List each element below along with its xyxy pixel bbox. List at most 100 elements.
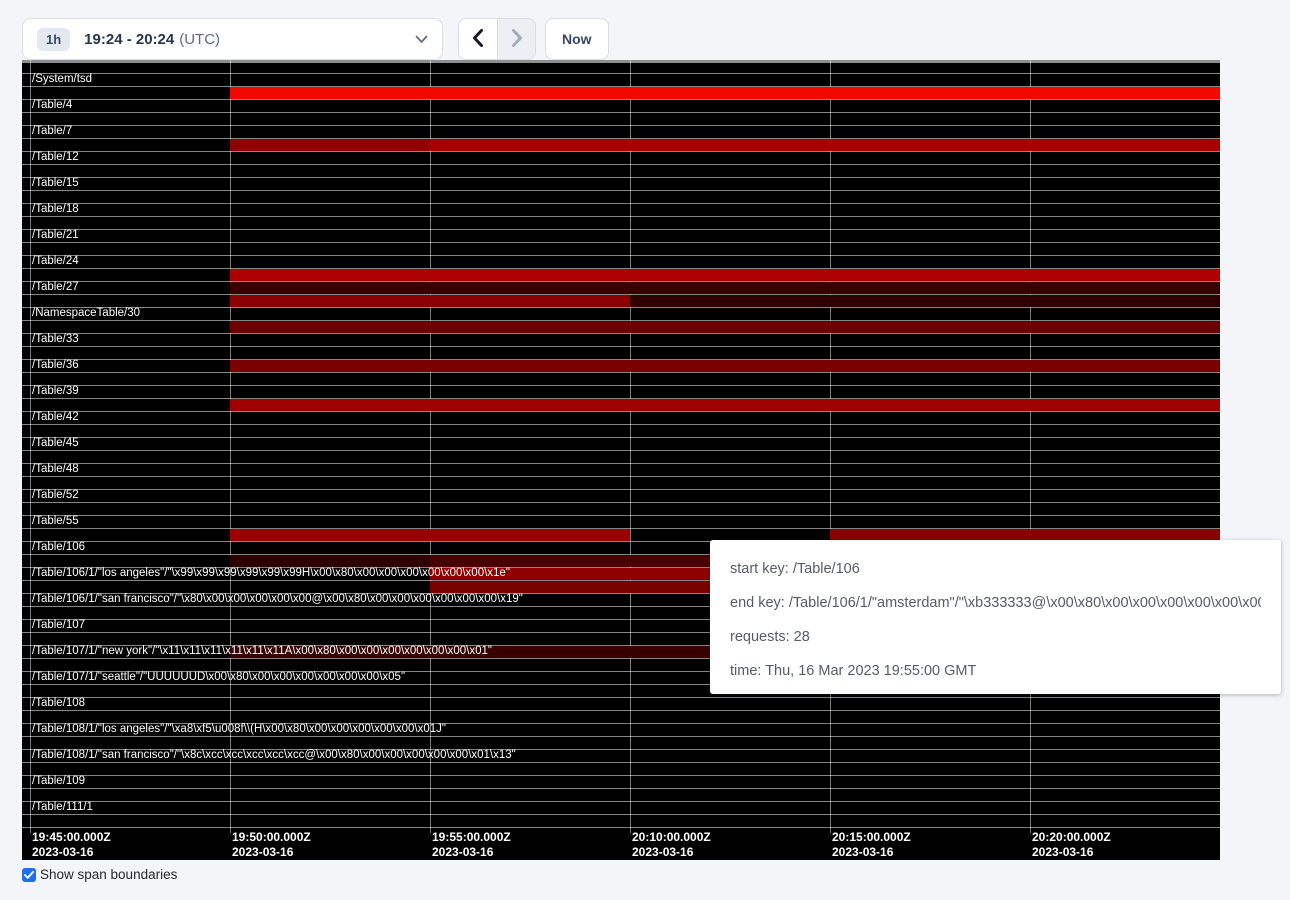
row-label: /Table/36 [32,359,79,372]
span-boundary-line [22,216,1220,217]
time-bucket-line [630,60,631,833]
row-label: /NamespaceTable/30 [32,307,140,320]
chevron-right-icon [511,29,523,50]
row-label: /Table/12 [32,151,79,164]
toolbar: 1h 19:24 - 20:24 (UTC) Now [0,0,1290,60]
span-boundary-line [22,827,1220,828]
span-boundary-line [22,177,1220,178]
row-label: /Table/107/1/"new york"/"\x11\x11\x11\x1… [32,645,492,658]
row-label: /Table/7 [32,125,72,138]
heat-bar[interactable] [630,295,1220,307]
span-boundary-line [22,385,1220,386]
span-boundary-line [22,255,1220,256]
span-boundary-line [22,333,1220,334]
span-boundary-line [22,346,1220,347]
duration-badge: 1h [37,28,70,51]
heat-bar[interactable] [230,529,630,541]
time-nav-group [458,18,536,60]
row-label: /Table/106/1/"san francisco"/"\x80\x00\x… [32,593,523,606]
timezone-label: (UTC) [179,31,220,48]
tooltip-line: time: Thu, 16 Mar 2023 19:55:00 GMT [730,654,1261,688]
span-boundary-line [22,112,1220,113]
span-boundary-line [22,775,1220,776]
row-label: /Table/39 [32,385,79,398]
time-range-select[interactable]: 1h 19:24 - 20:24 (UTC) [22,18,443,60]
axis-time: 20:20:00.000Z [1032,830,1111,845]
axis-date: 2023-03-16 [832,845,911,860]
span-boundary-line [22,203,1220,204]
span-boundary-line [22,476,1220,477]
show-span-boundaries-checkbox[interactable] [22,868,36,882]
span-boundary-line [22,372,1220,373]
span-boundary-line [22,801,1220,802]
span-boundary-line [22,762,1220,763]
previous-time-button[interactable] [459,19,497,59]
heat-bar[interactable] [230,282,1220,294]
heat-bar[interactable] [430,139,1220,151]
show-span-boundaries-label: Show span boundaries [40,867,177,882]
row-label: /Table/33 [32,333,79,346]
span-boundary-line [22,73,1220,74]
heat-bar[interactable] [230,295,630,307]
row-label: /Table/15 [32,177,79,190]
axis-time: 19:50:00.000Z [232,830,311,845]
span-boundary-line [22,788,1220,789]
heat-bar[interactable] [230,139,430,151]
heat-bar[interactable] [230,321,1220,333]
check-icon [24,871,34,879]
now-button[interactable]: Now [545,18,609,60]
row-label: /Table/45 [32,437,79,450]
key-visualizer-heatmap[interactable]: 19:45:00.000Z2023-03-1619:50:00.000Z2023… [22,60,1220,860]
span-boundary-line [22,307,1220,308]
span-boundary-line [22,229,1220,230]
axis-tick-label: 19:55:00.000Z2023-03-16 [432,830,511,860]
row-label: /Table/107 [32,619,85,632]
span-boundary-line [22,164,1220,165]
time-bucket-line [230,60,231,833]
axis-time: 19:55:00.000Z [432,830,511,845]
axis-date: 2023-03-16 [232,845,311,860]
span-boundary-line [22,515,1220,516]
row-label: /Table/111/1 [32,801,93,814]
time-bucket-line [830,60,831,833]
row-label: /Table/106/1/"los angeles"/"\x99\x99\x99… [32,567,510,580]
row-label: /System/tsd [32,73,92,86]
chevron-left-icon [472,29,484,50]
span-boundary-line [22,450,1220,451]
axis-date: 2023-03-16 [32,845,111,860]
span-boundary-line [22,736,1220,737]
row-label: /Table/55 [32,515,79,528]
span-boundary-line [22,125,1220,126]
row-label: /Table/18 [32,203,79,216]
span-boundary-line [22,242,1220,243]
row-label: /Table/107/1/"seattle"/"UUUUUUD\x00\x80\… [32,671,405,684]
span-boundary-line [22,190,1220,191]
heat-bar[interactable] [230,87,1220,99]
row-label: /Table/52 [32,489,79,502]
time-bucket-line [1030,60,1031,833]
tooltip-line: start key: /Table/106 [730,552,1261,586]
tooltip-line: end key: /Table/106/1/"amsterdam"/"\xb33… [730,586,1261,620]
span-boundary-line [22,814,1220,815]
axis-date: 2023-03-16 [1032,845,1111,860]
row-label: /Table/108/1/"san francisco"/"\x8c\xcc\x… [32,749,516,762]
axis-time: 20:10:00.000Z [632,830,711,845]
row-label: /Table/27 [32,281,79,294]
time-axis: 19:45:00.000Z2023-03-1619:50:00.000Z2023… [22,827,1220,860]
row-label: /Table/108 [32,697,85,710]
heat-bar[interactable] [230,399,1220,411]
next-time-button[interactable] [497,19,535,59]
time-bucket-line [30,60,31,833]
tooltip-line: requests: 28 [730,620,1261,654]
span-boundary-line [22,99,1220,100]
span-boundary-line [22,502,1220,503]
footer-controls: Show span boundaries [22,867,177,882]
row-label: /Table/108/1/"los angeles"/"\xa8\xf5\u00… [32,723,446,736]
span-boundary-line [22,710,1220,711]
heat-bar[interactable] [230,269,1220,281]
time-range-label: 19:24 - 20:24 [84,31,174,48]
heat-bar[interactable] [230,360,1220,372]
span-boundary-line [22,437,1220,438]
heat-bar[interactable] [230,555,430,567]
axis-time: 19:45:00.000Z [32,830,111,845]
